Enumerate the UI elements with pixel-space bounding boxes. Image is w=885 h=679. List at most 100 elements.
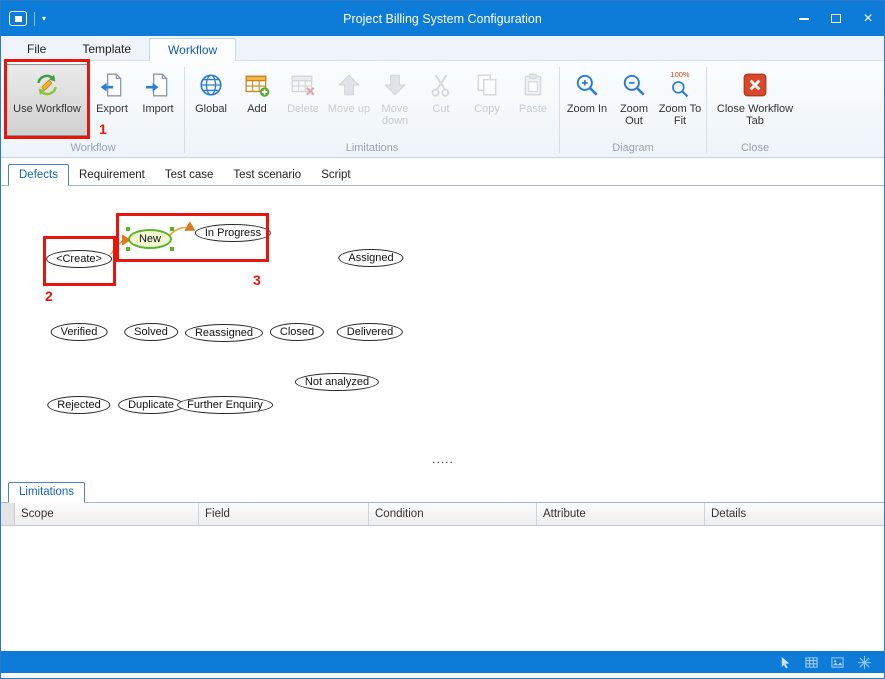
column-header-details[interactable]: Details	[705, 503, 884, 525]
ribbon-group-limitations: Global Add	[186, 63, 558, 157]
group-label-close: Close	[708, 141, 802, 157]
ribbon-separator	[706, 67, 707, 153]
window-footer-strip	[1, 673, 884, 678]
image-view-icon[interactable]	[831, 656, 844, 669]
move-down-label: Move down	[373, 103, 417, 127]
state-solved[interactable]: Solved	[124, 323, 178, 341]
use-workflow-icon	[34, 69, 60, 101]
move-up-label: Move up	[328, 103, 370, 115]
diagram-ellipsis: .....	[432, 452, 454, 466]
zoom-out-button[interactable]: Zoom Out	[611, 64, 657, 136]
state-duplicate[interactable]: Duplicate	[118, 396, 184, 414]
close-button[interactable]: ×	[852, 1, 884, 36]
tab-requirement[interactable]: Requirement	[69, 165, 155, 185]
use-workflow-label: Use Workflow	[13, 103, 81, 115]
state-verified[interactable]: Verified	[51, 323, 108, 341]
add-button[interactable]: Add	[234, 64, 280, 136]
app-window: ▾ Project Billing System Configuration ×…	[0, 0, 885, 679]
add-grid-icon	[244, 69, 270, 101]
zoom-to-fit-button[interactable]: 100% Zoom To Fit	[657, 64, 703, 136]
window-controls: ×	[788, 1, 884, 36]
export-icon	[99, 69, 125, 101]
state-reassigned[interactable]: Reassigned	[185, 324, 263, 342]
close-workflow-tab-icon	[742, 69, 768, 101]
delete-grid-icon	[290, 69, 316, 101]
zoom-in-icon	[574, 69, 600, 101]
paste-button: Paste	[510, 64, 556, 136]
selection-handle[interactable]	[126, 227, 130, 231]
tab-test-case[interactable]: Test case	[155, 165, 224, 185]
window-title: Project Billing System Configuration	[1, 12, 884, 26]
global-button[interactable]: Global	[188, 64, 234, 136]
scissors-icon	[428, 69, 454, 101]
annotation-number-3: 3	[253, 272, 261, 288]
state-assigned[interactable]: Assigned	[338, 249, 403, 267]
ribbon-separator	[184, 67, 185, 153]
tab-script[interactable]: Script	[311, 165, 360, 185]
tab-file[interactable]: File	[9, 38, 64, 60]
document-tab-strip: Defects Requirement Test case Test scena…	[1, 158, 884, 186]
state-not-analyzed[interactable]: Not analyzed	[295, 373, 379, 391]
quick-access-chevron-icon[interactable]: ▾	[42, 15, 46, 23]
titlebar-separator	[34, 12, 35, 26]
limitations-table-body[interactable]	[1, 526, 884, 651]
close-workflow-tab-label: Close Workflow Tab	[711, 103, 799, 127]
group-label-diagram: Diagram	[561, 141, 705, 157]
ribbon-separator	[559, 67, 560, 153]
zoom-in-label: Zoom In	[567, 103, 607, 115]
diagram-overview-icon[interactable]	[857, 655, 872, 670]
grid-view-icon[interactable]	[805, 656, 818, 669]
limitations-table-header: Scope Field Condition Attribute Details	[1, 503, 884, 526]
selection-handle[interactable]	[170, 247, 174, 251]
ribbon-group-diagram: Zoom In Zoom Out 100%	[561, 63, 705, 157]
close-workflow-tab-button[interactable]: Close Workflow Tab	[710, 64, 800, 136]
column-header-condition[interactable]: Condition	[369, 503, 537, 525]
state-further-enquiry[interactable]: Further Enquiry	[177, 396, 273, 414]
maximize-button[interactable]	[820, 1, 852, 36]
export-button[interactable]: Export	[89, 64, 135, 136]
state-closed[interactable]: Closed	[270, 323, 324, 341]
move-down-arrow-icon	[382, 69, 408, 101]
state-delivered[interactable]: Delivered	[337, 323, 403, 341]
status-bar	[1, 651, 884, 673]
tab-workflow[interactable]: Workflow	[149, 38, 236, 61]
add-label: Add	[247, 103, 267, 115]
zoom-to-fit-icon: 100%	[670, 69, 690, 101]
selection-handle[interactable]	[126, 247, 130, 251]
state-new-label: New	[139, 233, 161, 245]
use-workflow-button[interactable]: Use Workflow	[5, 64, 89, 136]
cut-button: Cut	[418, 64, 464, 136]
ribbon: Use Workflow Export	[1, 61, 884, 158]
minimize-icon	[799, 18, 809, 20]
title-bar: ▾ Project Billing System Configuration ×	[1, 1, 884, 36]
selection-handle[interactable]	[170, 227, 174, 231]
state-create[interactable]: <Create>	[46, 250, 112, 268]
minimize-button[interactable]	[788, 1, 820, 36]
column-header-attribute[interactable]: Attribute	[537, 503, 705, 525]
export-label: Export	[96, 103, 128, 115]
state-in-progress[interactable]: In Progress	[195, 224, 271, 242]
close-icon: ×	[863, 11, 872, 27]
tab-test-scenario[interactable]: Test scenario	[223, 165, 311, 185]
delete-label: Delete	[287, 103, 319, 115]
paste-label: Paste	[519, 103, 547, 115]
workflow-diagram-canvas[interactable]: <Create> New In Progress Assigned Verifi…	[1, 186, 884, 480]
app-icon[interactable]	[9, 11, 27, 26]
column-header-field[interactable]: Field	[199, 503, 369, 525]
import-button[interactable]: Import	[135, 64, 181, 136]
move-up-arrow-icon	[336, 69, 362, 101]
zoom-out-label: Zoom Out	[612, 103, 656, 127]
select-tool-icon[interactable]	[779, 656, 792, 669]
state-new[interactable]: New	[128, 229, 172, 249]
tab-defects[interactable]: Defects	[8, 164, 69, 186]
tab-limitations[interactable]: Limitations	[8, 482, 85, 503]
zoom-in-button[interactable]: Zoom In	[563, 64, 611, 136]
global-label: Global	[195, 103, 227, 115]
maximize-icon	[831, 14, 841, 23]
tab-template[interactable]: Template	[64, 38, 149, 60]
copy-pages-icon	[474, 69, 500, 101]
globe-icon	[198, 69, 224, 101]
state-rejected[interactable]: Rejected	[47, 396, 110, 414]
column-header-scope[interactable]: Scope	[15, 503, 199, 525]
import-label: Import	[142, 103, 173, 115]
